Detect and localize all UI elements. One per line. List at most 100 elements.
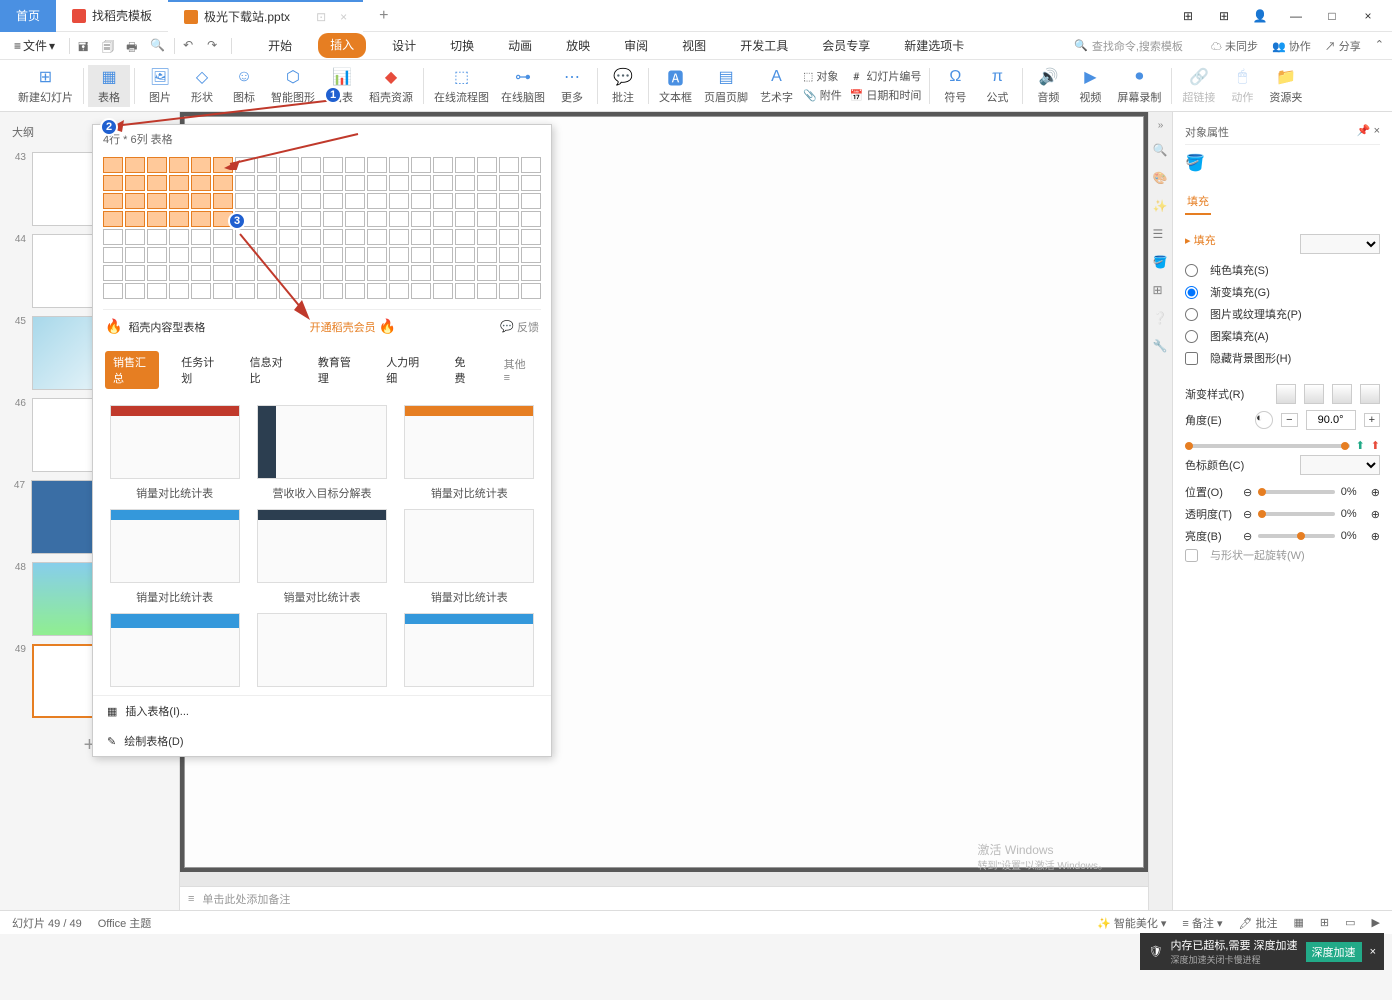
grid-cell[interactable]	[367, 193, 387, 209]
grid-cell[interactable]	[433, 211, 453, 227]
grid-cell[interactable]	[103, 157, 123, 173]
grid-cell[interactable]	[125, 193, 145, 209]
draw-table-item[interactable]: ✎绘制表格(D)	[93, 726, 551, 756]
grid-cell[interactable]	[323, 247, 343, 263]
pin-icon[interactable]: 📌	[1357, 125, 1371, 137]
grid-cell[interactable]	[323, 175, 343, 191]
grid-cell[interactable]	[147, 211, 167, 227]
grid-icon[interactable]: ⊞	[1212, 4, 1236, 28]
grid-cell[interactable]	[499, 211, 519, 227]
grid-cell[interactable]	[235, 157, 255, 173]
collapse-right-icon[interactable]: »	[1153, 120, 1169, 131]
tab-start[interactable]: 开始	[260, 33, 300, 58]
preview-icon[interactable]: 🔍	[150, 38, 166, 54]
template-preview[interactable]	[110, 405, 240, 479]
grid-cell[interactable]	[455, 265, 475, 281]
grid-cell[interactable]	[169, 157, 189, 173]
datetime-button[interactable]: 📅 日期和时间	[846, 86, 926, 104]
vip-link[interactable]: 开通稻壳会员 🔥	[310, 318, 396, 335]
grid-cell[interactable]	[301, 229, 321, 245]
trans-plus[interactable]: ⊕	[1371, 508, 1380, 521]
grid-cell[interactable]	[213, 283, 233, 299]
grid-cell[interactable]	[125, 157, 145, 173]
grid-cell[interactable]	[257, 157, 277, 173]
tmpl-tab-edu[interactable]: 教育管理	[310, 351, 364, 389]
grid-cell[interactable]	[433, 247, 453, 263]
avatar-icon[interactable]: 👤	[1248, 4, 1272, 28]
template-preview[interactable]	[257, 509, 387, 583]
grid-cell[interactable]	[345, 157, 365, 173]
grid-cell[interactable]	[455, 193, 475, 209]
tab-close-icon[interactable]: ×	[340, 10, 347, 24]
grid-cell[interactable]	[279, 283, 299, 299]
grid-cell[interactable]	[279, 229, 299, 245]
tmpl-tab-task[interactable]: 任务计划	[173, 351, 227, 389]
grid-cell[interactable]	[235, 283, 255, 299]
smart-button[interactable]: ⬡智能图形	[265, 65, 321, 107]
grid-cell[interactable]	[521, 157, 541, 173]
grid-cell[interactable]	[213, 265, 233, 281]
grid-cell[interactable]	[521, 283, 541, 299]
grid-cell[interactable]	[103, 229, 123, 245]
grad-style-3[interactable]	[1332, 384, 1352, 404]
attach-button[interactable]: 📎 附件	[799, 86, 846, 104]
position-slider[interactable]	[1258, 490, 1335, 494]
grid-cell[interactable]	[103, 175, 123, 191]
grid-cell[interactable]	[301, 265, 321, 281]
grid-cell[interactable]	[301, 247, 321, 263]
equation-button[interactable]: π公式	[976, 65, 1018, 107]
new-slide-button[interactable]: ⊞新建幻灯片	[12, 65, 79, 107]
template-preview[interactable]	[257, 405, 387, 479]
hide-bg-checkbox[interactable]	[1185, 352, 1198, 365]
grid-cell[interactable]	[389, 193, 409, 209]
grid-cell[interactable]	[147, 175, 167, 191]
grid-cell[interactable]	[433, 265, 453, 281]
grid-cell[interactable]	[521, 175, 541, 191]
save-icon[interactable]: 🖬	[78, 38, 94, 54]
sync-button[interactable]: ☁ 未同步	[1211, 38, 1258, 54]
accelerate-button[interactable]: 深度加速	[1306, 942, 1362, 962]
grid-cell[interactable]	[191, 211, 211, 227]
grid-cell[interactable]	[323, 283, 343, 299]
rt-search-icon[interactable]: 🔍	[1153, 143, 1169, 159]
grid-cell[interactable]	[147, 157, 167, 173]
grid-cell[interactable]	[455, 283, 475, 299]
header-button[interactable]: ▤页眉页脚	[698, 65, 754, 107]
grid-cell[interactable]	[389, 211, 409, 227]
grid-cell[interactable]	[323, 211, 343, 227]
fill-pattern-radio[interactable]	[1185, 330, 1198, 343]
grid-cell[interactable]	[411, 247, 431, 263]
grid-cell[interactable]	[125, 175, 145, 191]
picture-button[interactable]: 🖼图片	[139, 65, 181, 107]
grad-style-2[interactable]	[1304, 384, 1324, 404]
new-tab-button[interactable]: +	[363, 0, 404, 32]
grad-style-4[interactable]	[1360, 384, 1380, 404]
icon-button[interactable]: ☺图标	[223, 65, 265, 107]
grid-cell[interactable]	[345, 283, 365, 299]
grid-cell[interactable]	[477, 157, 497, 173]
grid-cell[interactable]	[455, 211, 475, 227]
angle-plus[interactable]: +	[1364, 413, 1380, 427]
grid-cell[interactable]	[345, 211, 365, 227]
print-icon[interactable]: 🖶	[126, 38, 142, 54]
grid-cell[interactable]	[191, 193, 211, 209]
saveas-icon[interactable]: 🗐	[102, 38, 118, 54]
grad-style-1[interactable]	[1276, 384, 1296, 404]
grid-cell[interactable]	[499, 157, 519, 173]
grid-cell[interactable]	[455, 157, 475, 173]
grid-cell[interactable]	[235, 229, 255, 245]
grid-cell[interactable]	[499, 283, 519, 299]
comment-button[interactable]: 💬批注	[602, 65, 644, 107]
grid-cell[interactable]	[499, 265, 519, 281]
outline-tab[interactable]: 大纲	[12, 124, 34, 140]
symbol-button[interactable]: Ω符号	[934, 65, 976, 107]
tab-view[interactable]: 视图	[674, 33, 714, 58]
view-normal-icon[interactable]: ▦	[1294, 916, 1304, 929]
rt-theme-icon[interactable]: 🎨	[1153, 171, 1169, 187]
docer-tab[interactable]: 找稻壳模板	[56, 0, 168, 32]
grid-cell[interactable]	[521, 247, 541, 263]
grid-cell[interactable]	[147, 265, 167, 281]
comments-toggle[interactable]: 🖊 批注	[1238, 915, 1277, 931]
fill-gradient-radio[interactable]	[1185, 286, 1198, 299]
tmpl-tab-compare[interactable]: 信息对比	[242, 351, 296, 389]
